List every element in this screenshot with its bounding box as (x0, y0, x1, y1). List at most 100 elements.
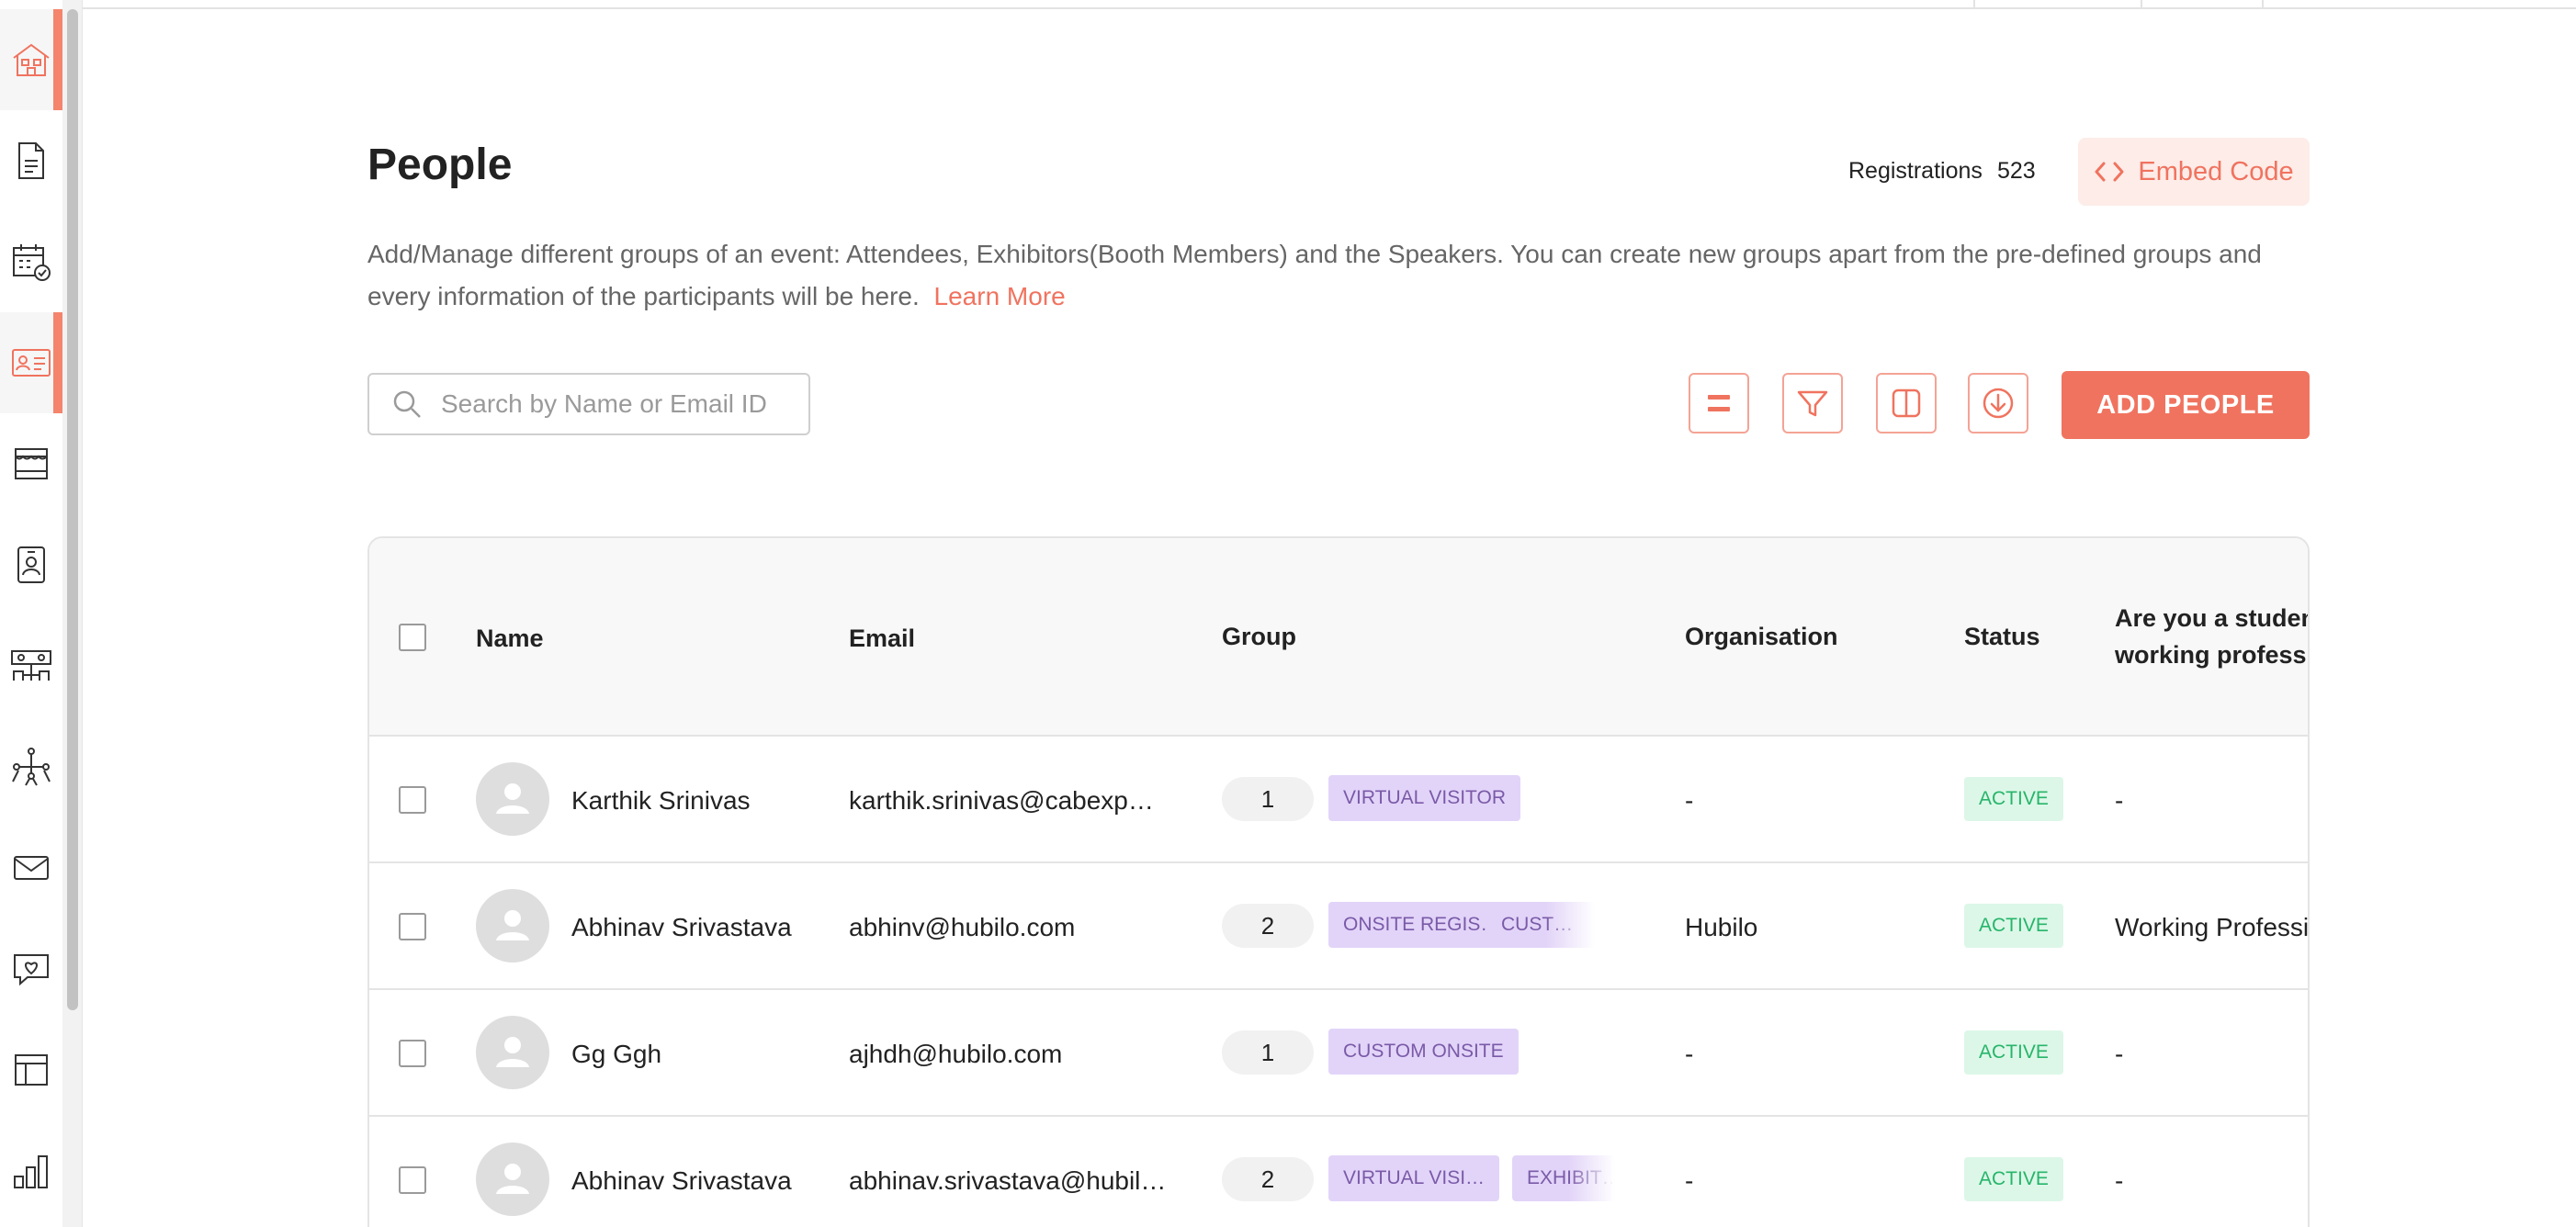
person-organisation: - (1685, 1040, 1694, 1068)
person-email: karthik.srinivas@cabexp… (849, 786, 1154, 815)
sidebar-scrollbar[interactable] (62, 0, 83, 1227)
sidebar-scrollbar-thumb[interactable] (67, 9, 78, 1010)
sidebar-item-email[interactable] (0, 817, 62, 918)
group-tag: CUST… (1486, 902, 1595, 948)
calendar-check-icon (13, 244, 51, 281)
chat-heart-icon (14, 954, 49, 986)
sidebar-item-documents[interactable] (0, 110, 62, 211)
person-organisation: - (1685, 786, 1694, 815)
row-checkbox[interactable] (399, 913, 426, 940)
sidebar-item-layout[interactable] (0, 1019, 62, 1120)
search-input[interactable] (441, 389, 772, 419)
booth-icon (15, 448, 48, 479)
id-card-icon (12, 349, 51, 377)
page-description: Add/Manage different groups of an event:… (367, 233, 2324, 318)
group-tag: VIRTUAL VISI… (1328, 1155, 1500, 1201)
group-tag: EXHIBIT… (1512, 1155, 1615, 1201)
top-bar-divider (1973, 0, 1975, 9)
person-student-status: Working Professi (2115, 913, 2310, 941)
description-text: Add/Manage different groups of an event:… (367, 240, 2262, 310)
embed-code-button[interactable]: Embed Code (2078, 138, 2310, 206)
registrations-label: Registrations (1848, 158, 1983, 184)
meeting-table-icon (11, 650, 51, 681)
column-group[interactable]: Group (1222, 623, 1296, 651)
top-bar-divider (2141, 0, 2142, 9)
person-name[interactable]: Abhinav Srivastava (571, 1166, 792, 1196)
page-title: People (367, 141, 513, 189)
document-icon (18, 142, 44, 179)
person-student-status: - (2115, 786, 2124, 815)
group-count-badge: 1 (1222, 777, 1314, 821)
group-tag: VIRTUAL VISITOR (1328, 775, 1520, 821)
row-checkbox[interactable] (399, 786, 426, 814)
row-checkbox[interactable] (399, 1166, 426, 1194)
column-organisation[interactable]: Organisation (1685, 623, 1838, 651)
status-badge: ACTIVE (1964, 777, 2063, 821)
column-name[interactable]: Name (476, 625, 544, 653)
table-row[interactable]: Abhinav Srivastava abhinv@hubilo.com 2 O… (369, 863, 2310, 990)
person-student-status: - (2115, 1166, 2124, 1195)
search-box[interactable] (367, 373, 810, 435)
add-people-button[interactable]: ADD PEOPLE (2062, 371, 2310, 439)
sidebar-item-analytics[interactable] (0, 1120, 62, 1221)
analytics-icon (14, 1155, 48, 1188)
columns-button[interactable] (1876, 373, 1937, 433)
table-row[interactable]: Abhinav Srivastava abhinav.srivastava@hu… (369, 1117, 2308, 1227)
registrations-count: 523 (1997, 158, 2036, 184)
download-button[interactable] (1968, 373, 2028, 433)
bulk-actions-button[interactable] (1689, 373, 1749, 433)
avatar (476, 1143, 549, 1216)
networking-icon (12, 748, 51, 786)
sidebar-item-networking[interactable] (0, 716, 62, 817)
sidebar-item-engagement[interactable] (0, 918, 62, 1019)
select-all-checkbox[interactable] (399, 624, 426, 651)
person-organisation: Hubilo (1685, 913, 1758, 941)
person-email: ajhdh@hubilo.com (849, 1040, 1063, 1068)
table-row[interactable]: Karthik Srinivas karthik.srinivas@cabexp… (369, 737, 2308, 863)
home-icon (13, 43, 50, 76)
code-brackets-icon (2095, 162, 2124, 182)
user-silhouette-icon (496, 910, 529, 940)
sidebar-item-people[interactable] (0, 312, 62, 413)
group-count-badge: 1 (1222, 1030, 1314, 1075)
avatar (476, 762, 549, 836)
user-silhouette-icon (496, 783, 529, 814)
group-count-badge: 2 (1222, 1157, 1314, 1201)
table-header: Name Email Group Organisation Status Are… (369, 538, 2308, 737)
sidebar-item-home[interactable] (0, 9, 62, 110)
person-email: abhinav.srivastava@hubil… (849, 1166, 1167, 1195)
sidebar-item-schedule[interactable] (0, 211, 62, 312)
filter-button[interactable] (1782, 373, 1843, 433)
group-tag: CUSTOM ONSITE (1328, 1029, 1519, 1075)
avatar (476, 1016, 549, 1089)
sidebar-item-meetings[interactable] (0, 615, 62, 716)
equals-icon (1708, 395, 1730, 411)
embed-code-label: Embed Code (2138, 156, 2294, 186)
status-badge: ACTIVE (1964, 1157, 2063, 1201)
person-name[interactable]: Karthik Srinivas (571, 786, 751, 816)
column-status[interactable]: Status (1964, 623, 2040, 651)
top-bar (83, 0, 2576, 9)
filter-icon (1797, 390, 1828, 417)
learn-more-link[interactable]: Learn More (934, 282, 1066, 310)
column-student-line1[interactable]: Are you a student (2115, 604, 2308, 633)
table-row[interactable]: Gg Ggh ajhdh@hubilo.com 1 CUSTOM ONSITE … (369, 990, 2308, 1117)
sidebar-item-badges[interactable] (0, 514, 62, 615)
sidebar-item-booths[interactable] (0, 413, 62, 514)
search-icon (393, 390, 421, 418)
download-icon (1983, 388, 2014, 419)
people-table: Name Email Group Organisation Status Are… (367, 536, 2310, 1227)
person-name[interactable]: Gg Ggh (571, 1040, 661, 1069)
group-count-badge: 2 (1222, 904, 1314, 948)
column-email[interactable]: Email (849, 625, 915, 653)
status-badge: ACTIVE (1964, 904, 2063, 948)
layout-icon (15, 1054, 48, 1086)
row-checkbox[interactable] (399, 1040, 426, 1067)
person-email: abhinv@hubilo.com (849, 913, 1076, 941)
person-name[interactable]: Abhinav Srivastava (571, 913, 792, 942)
column-student-line2[interactable]: working professio (2115, 641, 2308, 670)
status-badge: ACTIVE (1964, 1030, 2063, 1075)
sidebar (0, 0, 62, 1227)
user-silhouette-icon (496, 1037, 529, 1067)
person-organisation: - (1685, 1166, 1694, 1195)
